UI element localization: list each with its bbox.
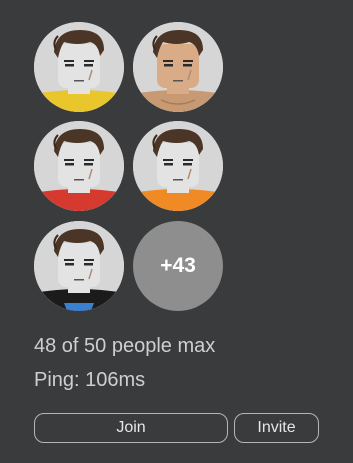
server-card: +43 48 of 50 people max Ping: 106ms Join… <box>0 0 353 463</box>
invite-button[interactable]: Invite <box>234 413 319 443</box>
player-avatar[interactable] <box>34 22 124 112</box>
ping-text: Ping: 106ms <box>34 369 146 391</box>
player-avatar[interactable] <box>133 22 223 112</box>
join-button[interactable]: Join <box>34 413 228 443</box>
player-avatar[interactable] <box>34 221 124 311</box>
player-avatar[interactable] <box>34 121 124 211</box>
capacity-text: 48 of 50 people max <box>34 335 216 357</box>
more-players-badge: +43 <box>133 221 223 311</box>
player-avatar[interactable] <box>133 121 223 211</box>
